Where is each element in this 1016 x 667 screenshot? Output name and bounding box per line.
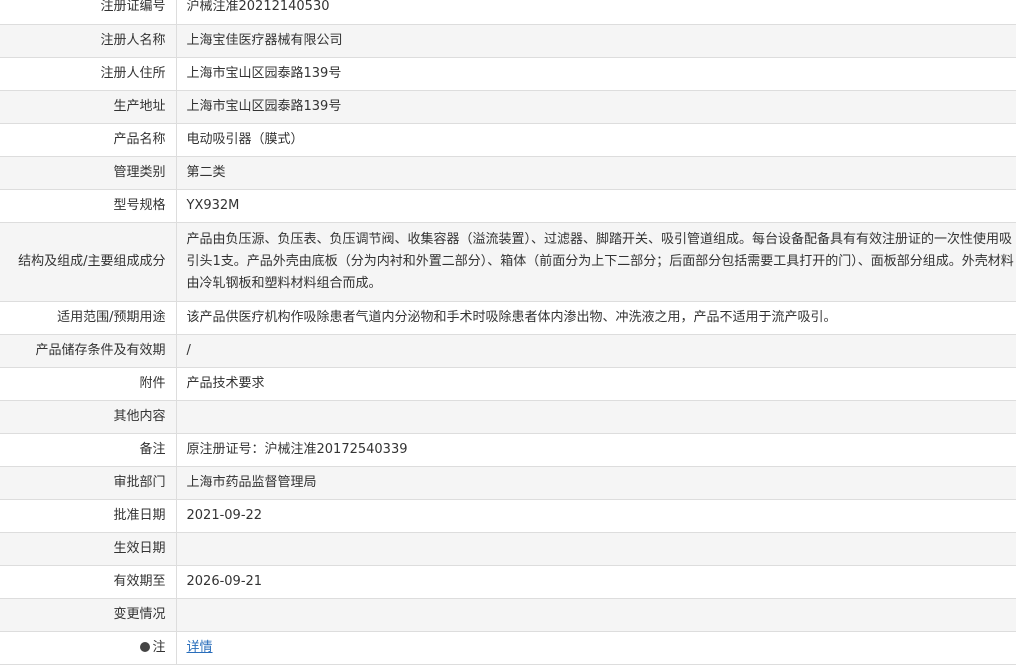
label-management-category: 管理类别	[0, 156, 177, 190]
value-management-category: 第二类	[176, 156, 1016, 190]
value-note: 详情	[176, 631, 1016, 665]
value-effective-date	[176, 532, 1016, 566]
row-registrant-address: 注册人住所 上海市宝山区园泰路139号	[0, 57, 1016, 91]
value-change-status	[176, 598, 1016, 632]
value-intended-use: 该产品供医疗机构作吸除患者气道内分泌物和手术时吸除患者体内渗出物、冲洗液之用，产…	[176, 301, 1016, 335]
row-registrant-name: 注册人名称 上海宝佳医疗器械有限公司	[0, 24, 1016, 58]
label-intended-use: 适用范围/预期用途	[0, 301, 177, 335]
row-approval-date: 批准日期 2021-09-22	[0, 499, 1016, 533]
value-attachment: 产品技术要求	[176, 367, 1016, 401]
label-change-status: 变更情况	[0, 598, 177, 632]
registration-detail-table: 注册证编号 沪械注准20212140530 注册人名称 上海宝佳医疗器械有限公司…	[0, 0, 1016, 665]
value-remarks: 原注册证号：沪械注准20172540339	[176, 433, 1016, 467]
label-product-name: 产品名称	[0, 123, 177, 157]
label-approval-department: 审批部门	[0, 466, 177, 500]
value-structure-composition: 产品由负压源、负压表、负压调节阀、收集容器（溢流装置）、过滤器、脚踏开关、吸引管…	[176, 222, 1016, 302]
row-remarks: 备注 原注册证号：沪械注准20172540339	[0, 433, 1016, 467]
row-model-spec: 型号规格 YX932M	[0, 189, 1016, 223]
value-registrant-address: 上海市宝山区园泰路139号	[176, 57, 1016, 91]
row-effective-date: 生效日期	[0, 532, 1016, 566]
row-approval-department: 审批部门 上海市药品监督管理局	[0, 466, 1016, 500]
label-note: 注	[0, 631, 177, 665]
label-remarks: 备注	[0, 433, 177, 467]
label-storage-validity: 产品储存条件及有效期	[0, 334, 177, 368]
row-storage-validity: 产品储存条件及有效期 /	[0, 334, 1016, 368]
value-production-address: 上海市宝山区园泰路139号	[176, 90, 1016, 124]
row-structure-composition: 结构及组成/主要组成成分 产品由负压源、负压表、负压调节阀、收集容器（溢流装置）…	[0, 222, 1016, 302]
row-product-name: 产品名称 电动吸引器（膜式）	[0, 123, 1016, 157]
label-note-text: 注	[152, 639, 166, 655]
row-management-category: 管理类别 第二类	[0, 156, 1016, 190]
value-product-name: 电动吸引器（膜式）	[176, 123, 1016, 157]
row-valid-until: 有效期至 2026-09-21	[0, 565, 1016, 599]
label-production-address: 生产地址	[0, 90, 177, 124]
details-link[interactable]: 详情	[187, 640, 213, 655]
row-attachment: 附件 产品技术要求	[0, 367, 1016, 401]
registration-detail-page: 注册证编号 沪械注准20212140530 注册人名称 上海宝佳医疗器械有限公司…	[0, 0, 1016, 667]
label-other-content: 其他内容	[0, 400, 177, 434]
row-production-address: 生产地址 上海市宝山区园泰路139号	[0, 90, 1016, 124]
label-effective-date: 生效日期	[0, 532, 177, 566]
row-change-status: 变更情况	[0, 598, 1016, 632]
row-note: 注 详情	[0, 631, 1016, 665]
value-approval-date: 2021-09-22	[176, 499, 1016, 533]
value-other-content	[176, 400, 1016, 434]
row-intended-use: 适用范围/预期用途 该产品供医疗机构作吸除患者气道内分泌物和手术时吸除患者体内渗…	[0, 301, 1016, 335]
label-registration-number: 注册证编号	[0, 0, 177, 25]
label-approval-date: 批准日期	[0, 499, 177, 533]
row-registration-number: 注册证编号 沪械注准20212140530	[0, 0, 1016, 25]
note-icon	[140, 641, 151, 652]
label-valid-until: 有效期至	[0, 565, 177, 599]
label-registrant-address: 注册人住所	[0, 57, 177, 91]
label-registrant-name: 注册人名称	[0, 24, 177, 58]
label-structure-composition: 结构及组成/主要组成成分	[0, 222, 177, 302]
label-model-spec: 型号规格	[0, 189, 177, 223]
label-attachment: 附件	[0, 367, 177, 401]
value-model-spec: YX932M	[176, 189, 1016, 223]
value-approval-department: 上海市药品监督管理局	[176, 466, 1016, 500]
row-other-content: 其他内容	[0, 400, 1016, 434]
value-registrant-name: 上海宝佳医疗器械有限公司	[176, 24, 1016, 58]
value-valid-until: 2026-09-21	[176, 565, 1016, 599]
value-storage-validity: /	[176, 334, 1016, 368]
value-registration-number: 沪械注准20212140530	[176, 0, 1016, 25]
